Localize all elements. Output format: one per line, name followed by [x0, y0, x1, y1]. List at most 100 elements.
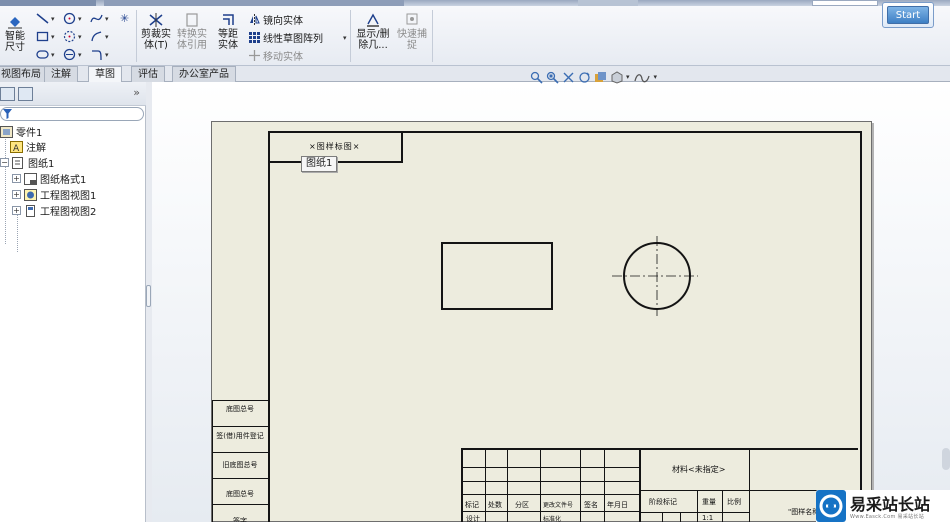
tb-header: 签名 [584, 501, 598, 509]
circle-view[interactable] [612, 236, 698, 316]
tab-evaluate[interactable]: 评估 [131, 66, 165, 82]
command-manager: 智能尺寸 ▾ ▾ ▾ ✳ ▾ ▾ ▾ ▾ ▾ ▾ 剪裁实体(T) 转换实体引用 … [0, 6, 950, 66]
tree-item-label: 图纸格式1 [40, 175, 87, 186]
convert-entities-icon [186, 13, 198, 27]
chevron-down-icon[interactable]: ▾ [654, 73, 658, 81]
slot-tool[interactable]: ▾ [36, 48, 55, 61]
viewport-scroll-handle[interactable] [942, 448, 950, 470]
quick-snaps-icon [406, 13, 418, 25]
chevron-down-icon[interactable]: ▾ [626, 73, 630, 81]
tree-item-sheet-format[interactable]: + 图纸格式1 [12, 171, 86, 186]
smart-dimension-button[interactable]: 智能尺寸 [0, 14, 30, 53]
tb-header: 年月日 [607, 501, 628, 509]
circle-tool[interactable]: ▾ [63, 12, 82, 25]
watermark-title: 易采站长站 [850, 495, 931, 514]
side-label: 签(借)用件登记 [216, 432, 264, 440]
side-label: 签字 [233, 517, 247, 522]
weight-label: 重量 [702, 498, 716, 506]
scale-value: 1:1 [702, 514, 714, 522]
collapse-icon[interactable]: − [0, 158, 9, 167]
property-manager-tab-icon[interactable] [18, 87, 33, 101]
tree-item-label: 图纸1 [28, 159, 55, 170]
tree-item-drawing-view-2[interactable]: + 工程图视图2 [12, 203, 96, 218]
point-tool[interactable]: ✳ [120, 12, 129, 25]
panel-toolbar: » [0, 82, 146, 106]
tab-office-products[interactable]: 办公室产品 [172, 66, 236, 82]
start-button[interactable]: Start [887, 6, 929, 24]
ellipse-tool[interactable]: ▾ [90, 30, 109, 43]
display-style-icon[interactable] [594, 71, 607, 84]
side-cell-line [212, 504, 268, 505]
rectangle-tool[interactable]: ▾ [36, 30, 55, 43]
tab-label: 视图布局 [1, 69, 41, 80]
mirror-entities-button[interactable]: 镜向实体 [248, 12, 303, 27]
tab-annotation[interactable]: 注解 [44, 66, 78, 82]
tree-item-drawing-view-1[interactable]: + 工程图视图1 [12, 187, 96, 202]
tree-item-sheet[interactable]: − 图纸1 [0, 155, 54, 170]
offset-entities-label: 等距实体 [218, 29, 238, 51]
show-delete-relations-button[interactable]: 显示/删除几... [354, 12, 392, 51]
spline-tool[interactable]: ▾ [90, 12, 109, 25]
arc-tool[interactable]: ▾ [63, 30, 82, 43]
tree-item-annotations[interactable]: A 注解 [10, 139, 46, 154]
side-label: 底图总号 [226, 405, 254, 413]
feature-tree-tab-icon[interactable] [0, 87, 15, 101]
fillet-icon [92, 50, 102, 61]
tab-view-layout[interactable]: 视图布局 [0, 66, 48, 82]
tb-header: 分区 [515, 501, 529, 509]
convert-entities-button[interactable]: 转换实体引用 [176, 12, 208, 51]
appearance-icon[interactable] [633, 71, 651, 84]
side-label: 旧底图总号 [222, 461, 258, 469]
linear-pattern-button[interactable]: 线性草图阵列 ▾ [248, 30, 347, 45]
title-block-line [639, 512, 749, 513]
start-button-frame[interactable]: Start [882, 2, 934, 28]
line-tool[interactable]: ▾ [36, 12, 55, 25]
standardization-label: 标准化 [543, 516, 562, 522]
title-block-line [461, 511, 639, 512]
quick-snaps-button[interactable]: 快速捕捉 [396, 12, 428, 51]
sheet-tooltip: 图纸1 [301, 156, 338, 172]
zoom-to-fit-icon[interactable] [530, 71, 543, 84]
title-block-line [485, 448, 486, 522]
annotation-icon: A [10, 140, 23, 153]
part-icon [0, 125, 13, 138]
material-text: 材料<未指定> [672, 465, 726, 474]
arc-icon [63, 30, 76, 43]
trim-entities-button[interactable]: 剪裁实体(T) [140, 12, 172, 51]
polygon-tool[interactable]: ▾ [63, 48, 82, 61]
corner-title-text: ×图样标图× [309, 142, 361, 151]
title-block-line [461, 494, 639, 495]
title-block-line [507, 448, 508, 522]
fillet-tool[interactable]: ▾ [90, 48, 109, 61]
zoom-area-icon[interactable] [546, 71, 559, 84]
side-cell-line [212, 426, 268, 427]
rectangle-view[interactable] [441, 242, 553, 310]
move-entities-button[interactable]: 移动实体 [248, 48, 303, 63]
view-orientation-icon[interactable] [610, 70, 623, 84]
svg-text:A: A [13, 144, 20, 153]
chevron-right-icon[interactable]: » [133, 86, 140, 99]
tab-label: 评估 [138, 69, 158, 80]
splitter-grip[interactable] [146, 285, 151, 307]
tab-label: 注解 [51, 69, 71, 80]
watermark-subtitle: Www.Easck.Com 易采站长站 [850, 514, 925, 520]
previous-view-icon[interactable] [562, 71, 575, 84]
rotate-view-icon[interactable] [578, 71, 591, 84]
expand-icon[interactable]: + [12, 174, 21, 183]
tree-filter-input[interactable] [0, 107, 144, 121]
tab-sketch[interactable]: 草图 [88, 66, 122, 83]
expand-icon[interactable]: + [12, 206, 21, 215]
expand-icon[interactable]: + [12, 190, 21, 199]
title-block-line [697, 490, 698, 522]
smart-dimension-label: 智能尺寸 [5, 31, 25, 53]
offset-entities-button[interactable]: 等距实体 [212, 12, 244, 51]
ribbon-separator [432, 10, 433, 62]
watermark-logo [816, 490, 846, 522]
smart-dimension-icon [8, 17, 22, 29]
quick-snaps-label: 快速捕捉 [397, 29, 427, 51]
designer-label: 设计 [466, 515, 480, 522]
ribbon-separator [350, 10, 351, 62]
tree-item-part[interactable]: 零件1 [0, 124, 42, 139]
linear-pattern-icon [249, 32, 260, 43]
tb-header: 处数 [488, 501, 502, 509]
